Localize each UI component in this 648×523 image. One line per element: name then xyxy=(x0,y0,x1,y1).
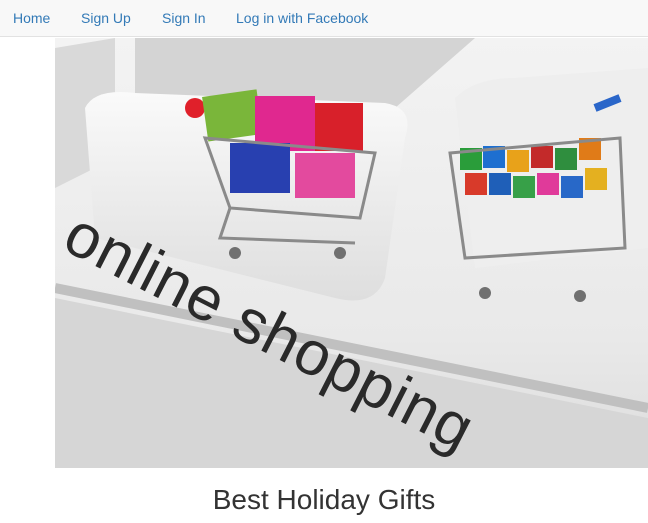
hero-image: online shopping xyxy=(55,38,648,468)
top-navbar: Home Sign Up Sign In Log in with Faceboo… xyxy=(0,0,648,37)
nav-facebook-login-link[interactable]: Log in with Facebook xyxy=(236,10,368,26)
nav-home-link[interactable]: Home xyxy=(13,10,50,26)
page-title: Best Holiday Gifts xyxy=(212,484,436,515)
nav-sign-in-link[interactable]: Sign In xyxy=(162,10,206,26)
nav-sign-up-link[interactable]: Sign Up xyxy=(81,10,131,26)
hero-illustration: online shopping xyxy=(55,38,648,468)
